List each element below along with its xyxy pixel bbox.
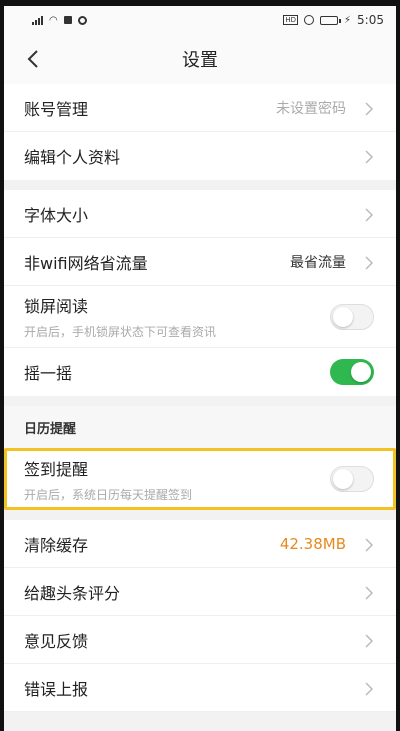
shake-toggle[interactable] [330, 359, 374, 385]
row-label: 错误上报 [24, 679, 89, 699]
charging-icon: ⚡ [344, 14, 352, 26]
clear-cache-row[interactable]: 清除缓存 42.38MB [4, 520, 396, 568]
chevron-right-icon [364, 633, 374, 648]
cache-size-value: 42.38MB [279, 534, 346, 553]
lock-screen-reading-toggle[interactable] [330, 303, 374, 330]
row-label: 锁屏阅读 [24, 297, 89, 316]
sign-in-reminder-row: 签到提醒 开启后，系统日历每天提醒签到 [7, 451, 393, 507]
row-value: 未设置密码 [276, 100, 346, 117]
sign-in-reminder-toggle[interactable] [330, 466, 374, 492]
chevron-right-icon [364, 255, 374, 270]
divider [4, 180, 396, 190]
status-time: 5:05 [357, 13, 384, 27]
row-label: 非wifi网络省流量 [24, 253, 148, 273]
row-description: 开启后，手机锁屏状态下可查看资讯 [24, 325, 217, 339]
alarm-icon [304, 15, 315, 25]
status-right: HD ⚡ 5:05 [283, 13, 384, 27]
chevron-left-icon [27, 50, 38, 68]
row-label: 账号管理 [24, 99, 89, 119]
feedback-row[interactable]: 意见反馈 [4, 616, 396, 664]
shake-row: 摇一摇 [4, 348, 396, 396]
misc-group: 清除缓存 42.38MB 给趣头条评分 意见反馈 错误上报 [4, 520, 396, 712]
device-frame-right [396, 0, 400, 731]
row-value: 最省流量 [290, 254, 346, 271]
non-wifi-saving-row[interactable]: 非wifi网络省流量 最省流量 [4, 238, 396, 286]
row-label: 给趣头条评分 [24, 583, 121, 603]
chevron-right-icon [364, 537, 374, 552]
chevron-right-icon [364, 681, 374, 696]
chevron-right-icon [364, 585, 374, 600]
row-label: 编辑个人资料 [24, 148, 121, 167]
row-label: 字体大小 [24, 205, 89, 225]
status-bar: ◠ HD ⚡ 5:05 [4, 6, 396, 34]
divider [4, 510, 396, 520]
chevron-right-icon [364, 207, 374, 222]
toggle-knob [351, 362, 371, 382]
chevron-right-icon [364, 149, 374, 164]
signal-icon [32, 15, 43, 25]
row-label: 摇一摇 [24, 364, 73, 383]
account-management-row[interactable]: 账号管理 未设置密码 [4, 84, 396, 132]
chevron-right-icon [364, 101, 374, 116]
lock-screen-reading-row: 锁屏阅读 开启后，手机锁屏状态下可查看资讯 [4, 286, 396, 348]
section-header: 日历提醒 [4, 406, 396, 448]
sign-in-reminder-highlight: 签到提醒 开启后，系统日历每天提醒签到 [4, 448, 396, 510]
app-notification-icon [63, 16, 72, 24]
toggle-knob [333, 306, 353, 327]
settings-content: 账号管理 未设置密码 编辑个人资料 字体大小 非wifi网络省流量 最省流量 锁… [4, 84, 396, 712]
device-frame-left [0, 0, 4, 731]
device-frame-top [0, 0, 400, 6]
edit-profile-row[interactable]: 编辑个人资料 [4, 132, 396, 180]
app-notification-icon-2 [77, 15, 87, 25]
row-description: 开启后，系统日历每天提醒签到 [24, 487, 193, 502]
divider [4, 396, 396, 406]
back-button[interactable] [22, 47, 46, 71]
nav-bar: 设置 [4, 34, 396, 84]
row-label: 清除缓存 [24, 535, 89, 555]
battery-icon [320, 15, 342, 25]
error-report-row[interactable]: 错误上报 [4, 664, 396, 712]
rate-app-row[interactable]: 给趣头条评分 [4, 568, 396, 616]
toggle-knob [333, 469, 353, 489]
row-label: 签到提醒 [24, 459, 89, 479]
status-left: ◠ [32, 15, 87, 26]
reading-group: 字体大小 非wifi网络省流量 最省流量 锁屏阅读 开启后，手机锁屏状态下可查看… [4, 190, 396, 396]
row-label: 意见反馈 [24, 631, 89, 651]
page-title: 设置 [182, 50, 218, 71]
account-group: 账号管理 未设置密码 编辑个人资料 [4, 84, 396, 180]
wifi-icon: ◠ [49, 14, 58, 26]
hd-icon: HD [283, 15, 299, 25]
font-size-row[interactable]: 字体大小 [4, 190, 396, 238]
